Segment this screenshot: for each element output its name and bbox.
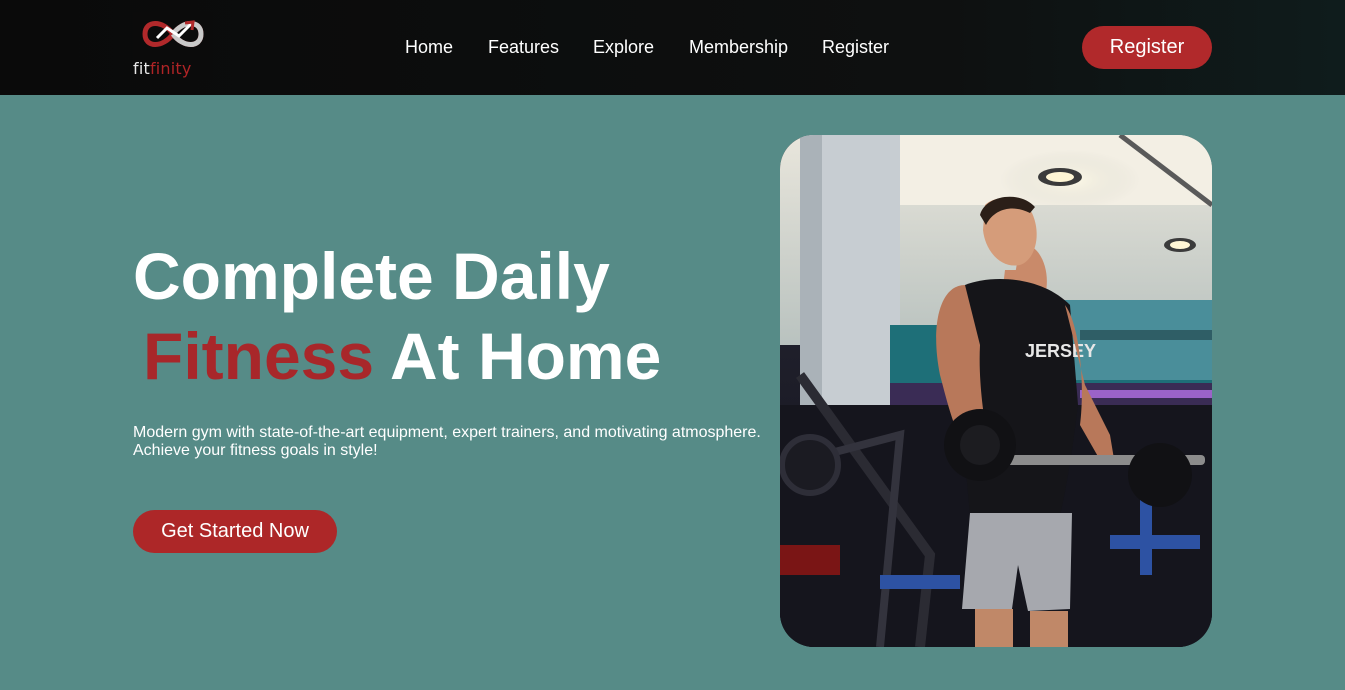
brand-name-part1: fit — [133, 59, 150, 78]
nav-link-explore[interactable]: Explore — [593, 36, 654, 58]
shirt-text: JERSEY — [1025, 341, 1096, 361]
hero-title-accent: Fitness — [143, 319, 375, 393]
register-button[interactable]: Register — [1082, 26, 1212, 69]
hero-title-rest: At Home — [389, 319, 662, 393]
brand-logo[interactable]: fitfinity — [133, 12, 213, 80]
get-started-button[interactable]: Get Started Now — [133, 510, 337, 553]
hero-image: JERSEY — [780, 135, 1212, 647]
brand-name-part2: finity — [149, 59, 192, 78]
infinity-arrow-icon — [142, 20, 204, 47]
brand-wordmark: fitfinity — [133, 59, 213, 79]
hero-description-line2: Achieve your fitness goals in style! — [133, 442, 378, 459]
hero-description: Modern gym with state-of-the-art equipme… — [133, 424, 783, 460]
hero-description-line1: Modern gym with state-of-the-art equipme… — [133, 424, 761, 441]
navbar: fitfinity Home Features Explore Membersh… — [0, 0, 1345, 95]
hero-title-line2: Fitness At Home — [133, 316, 661, 396]
hero-title: Complete Daily Fitness At Home — [133, 236, 661, 396]
gym-photo-illustration: JERSEY — [780, 135, 1212, 647]
hero-title-line1: Complete Daily — [133, 239, 610, 313]
nav-link-membership[interactable]: Membership — [689, 36, 788, 58]
nav-link-features[interactable]: Features — [488, 36, 559, 58]
nav-link-home[interactable]: Home — [405, 36, 453, 58]
nav-link-register[interactable]: Register — [822, 36, 889, 58]
